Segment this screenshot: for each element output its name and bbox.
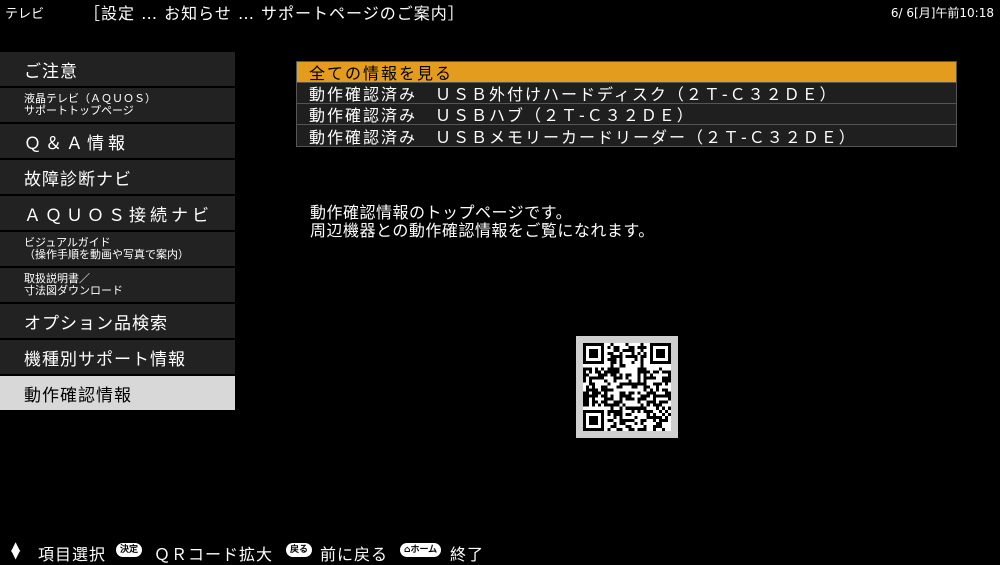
home-key-icon: ⌂ホーム: [400, 543, 442, 557]
list-item-usb-hub[interactable]: 動作確認済み ＵＳＢハブ（２Ｔ-Ｃ３２ＤＥ）: [297, 104, 956, 125]
sidebar-item-label: オプション品検索: [24, 313, 168, 334]
app-name: テレビ: [5, 7, 45, 22]
clock: 6/ 6[月]午前10:18: [890, 6, 994, 20]
sidebar-item-diagnosis[interactable]: 故障診断ナビ: [0, 160, 235, 194]
list-item-all[interactable]: 全ての情報を見る: [297, 62, 956, 83]
sidebar-item-connect-navi[interactable]: ＡＱＵＯＳ接続ナビ: [0, 196, 235, 230]
description-line: 動作確認情報のトップページです。: [310, 203, 573, 222]
sidebar-item-model-support[interactable]: 機種別サポート情報: [0, 340, 235, 374]
breadcrumb: ［設定 … お知らせ … サポートページのご案内］: [84, 4, 465, 23]
sidebar-item-manual-download[interactable]: 取扱説明書／ 寸法図ダウンロード: [0, 268, 235, 302]
footer-select-label: 項目選択: [38, 545, 107, 564]
sidebar-item-qa[interactable]: Ｑ＆Ａ情報: [0, 124, 235, 158]
sidebar-item-label: Ｑ＆Ａ情報: [24, 133, 129, 154]
description-line: 周辺機器との動作確認情報をご覧になれます。: [310, 221, 655, 240]
sidebar-item-label: 取扱説明書／ 寸法図ダウンロード: [24, 272, 123, 297]
top-bar: テレビ ［設定 … お知らせ … サポートページのご案内］ 6/ 6[月]午前1…: [0, 0, 1000, 24]
sidebar-item-label: 液晶テレビ（ＡＱＵＯＳ） サポートトップページ: [24, 92, 156, 117]
enter-key-icon: 決定: [116, 543, 143, 557]
footer-back-label: 前に戻る: [320, 545, 389, 564]
sidebar-item-compatibility[interactable]: 動作確認情報: [0, 376, 235, 410]
footer-qr-label: ＱＲコード拡大: [154, 545, 274, 564]
list-item-usb-hdd[interactable]: 動作確認済み ＵＳＢ外付けハードディスク（２Ｔ-Ｃ３２ＤＥ）: [297, 83, 956, 104]
description: 動作確認情報のトップページです。 周辺機器との動作確認情報をご覧になれます。: [310, 204, 655, 240]
sidebar-item-label: 故障診断ナビ: [24, 169, 132, 190]
info-list: 全ての情報を見る 動作確認済み ＵＳＢ外付けハードディスク（２Ｔ-Ｃ３２ＤＥ） …: [296, 61, 957, 147]
sidebar-item-support-top[interactable]: 液晶テレビ（ＡＱＵＯＳ） サポートトップページ: [0, 88, 235, 122]
sidebar-item-visual-guide[interactable]: ビジュアルガイド （操作手順を動画や写真で案内）: [0, 232, 235, 266]
list-item-usb-card-reader[interactable]: 動作確認済み ＵＳＢメモリーカードリーダー（２Ｔ-Ｃ３２ＤＥ）: [297, 125, 956, 146]
back-key-icon: 戻る: [286, 543, 313, 557]
sidebar-menu: ご注意 液晶テレビ（ＡＱＵＯＳ） サポートトップページ Ｑ＆Ａ情報 故障診断ナビ…: [0, 52, 235, 412]
sidebar-item-option-search[interactable]: オプション品検索: [0, 304, 235, 338]
footer-guide: ▲ ▼ 項目選択 決定 ＱＲコード拡大 戻る 前に戻る ⌂ホーム 終了: [0, 539, 1000, 564]
qr-code[interactable]: [576, 336, 678, 438]
sidebar-item-label: 動作確認情報: [24, 385, 132, 406]
sidebar-item-label: 機種別サポート情報: [24, 349, 186, 370]
footer-exit-label: 終了: [450, 545, 485, 564]
sidebar-item-label: ビジュアルガイド （操作手順を動画や写真で案内）: [24, 236, 189, 261]
up-down-icon: ▲ ▼: [11, 539, 21, 561]
sidebar-item-label: ＡＱＵＯＳ接続ナビ: [24, 205, 213, 226]
sidebar-item-caution[interactable]: ご注意: [0, 52, 235, 86]
sidebar-item-label: ご注意: [24, 61, 78, 82]
qr-code-icon: [583, 343, 671, 431]
